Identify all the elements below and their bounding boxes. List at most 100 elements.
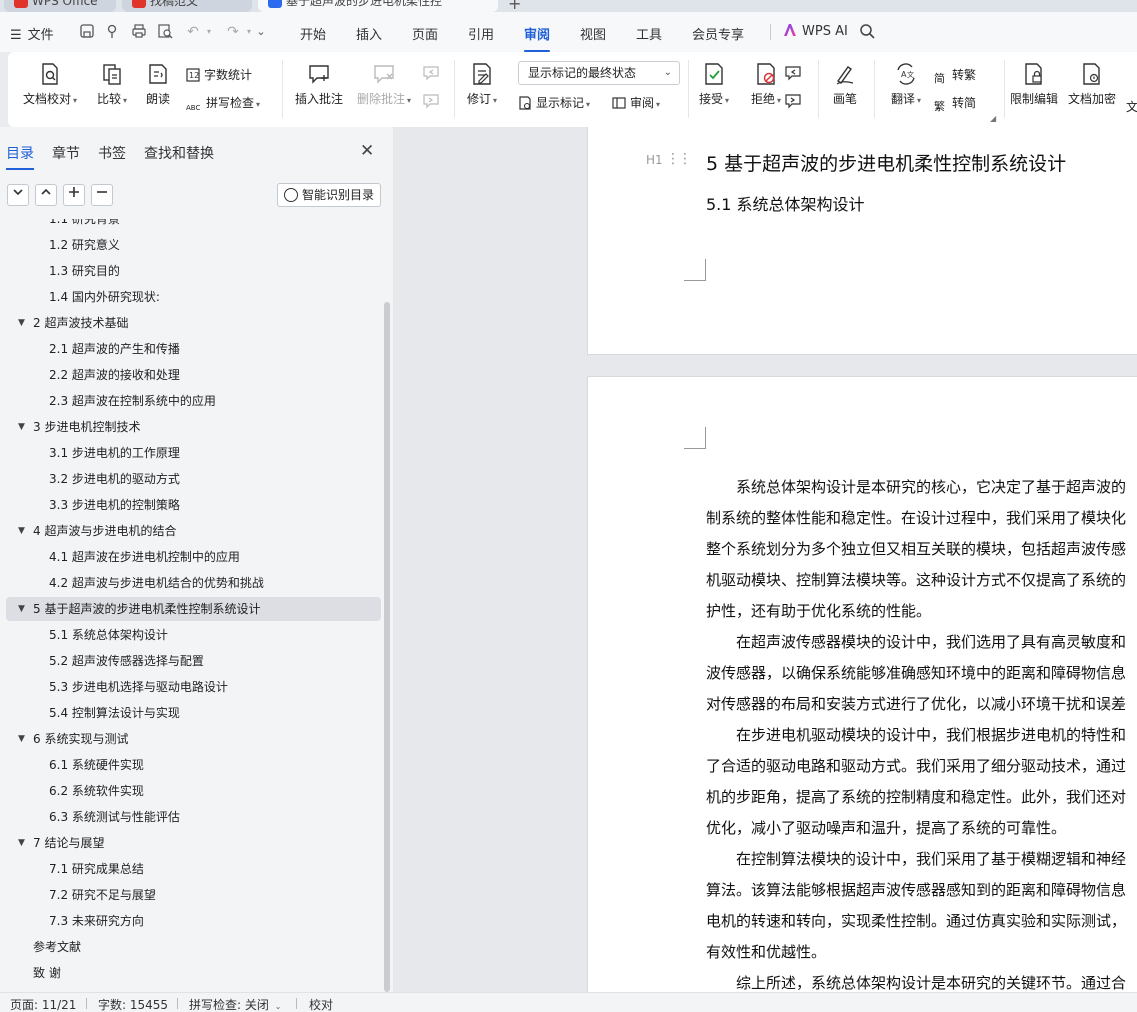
collapse-triangle-icon[interactable]: ▼	[18, 311, 25, 335]
encrypt-button[interactable]: 文档加密	[1066, 62, 1118, 107]
toc-item[interactable]: 3.1 步进电机的工作原理	[6, 441, 381, 465]
wps-ai-button[interactable]: WPS AI	[784, 24, 848, 39]
remove-heading-button[interactable]	[91, 184, 113, 206]
toc-item[interactable]: 6.3 系统测试与性能评估	[6, 805, 381, 829]
toc-item[interactable]: ▼ 4 超声波与步进电机的结合	[6, 519, 381, 543]
reject-button[interactable]: 拒绝 ▾	[746, 62, 786, 107]
tab-bookmarks[interactable]: 书签	[98, 143, 126, 163]
delete-comment-button[interactable]: 删除批注 ▾	[354, 62, 414, 107]
toc-item[interactable]: 7.1 研究成果总结	[6, 857, 381, 881]
toc-item[interactable]: 1.4 国内外研究现状:	[6, 285, 381, 309]
show-markup-button[interactable]: 显示标记 ▾	[518, 94, 590, 111]
word-count-indicator[interactable]: 字数: 15455	[98, 996, 168, 1012]
print-icon[interactable]	[130, 23, 148, 41]
menu-page[interactable]: 页面	[412, 24, 438, 43]
collapse-triangle-icon[interactable]: ▼	[18, 831, 25, 855]
section-heading[interactable]: 5.1 系统总体架构设计	[706, 191, 865, 215]
more-ribbon-button[interactable]: 文	[1126, 98, 1137, 115]
menu-insert[interactable]: 插入	[356, 24, 382, 43]
toc-item[interactable]: ▼ 5 基于超声波的步进电机柔性控制系统设计	[6, 597, 381, 621]
save-icon[interactable]	[78, 23, 96, 41]
toc-item[interactable]: 5.4 控制算法设计与实现	[6, 701, 381, 725]
drag-handle-icon[interactable]: ⋮⋮	[666, 151, 692, 167]
toc-item[interactable]: 6.2 系统软件实现	[6, 779, 381, 803]
toc-item[interactable]: ▼ 2 超声波技术基础	[6, 311, 381, 335]
toc-item[interactable]: 5.1 系统总体架构设计	[6, 623, 381, 647]
toc-item[interactable]: 5.2 超声波传感器选择与配置	[6, 649, 381, 673]
toc-item[interactable]: 参考文献	[6, 935, 381, 959]
tab-toc[interactable]: 目录	[6, 143, 34, 170]
to-simplified-button[interactable]: 繁转简	[934, 94, 976, 114]
toc-scrollbar[interactable]	[384, 302, 390, 992]
translate-button[interactable]: A文 翻译 ▾	[886, 62, 926, 107]
toc-item[interactable]: 4.2 超声波与步进电机结合的优势和挑战	[6, 571, 381, 595]
doc-check-button[interactable]: 文档校对 ▾	[22, 62, 78, 107]
pen-button[interactable]: 画笔	[828, 62, 862, 107]
proofread-indicator[interactable]: 校对	[309, 996, 333, 1012]
search-icon[interactable]	[858, 23, 876, 41]
toc-item[interactable]: ▼ 3 步进电机控制技术	[6, 415, 381, 439]
expand-level-button[interactable]	[7, 184, 29, 206]
toc-item[interactable]: ▼ 7 结论与展望	[6, 831, 381, 855]
toc-item[interactable]: 3.3 步进电机的控制策略	[6, 493, 381, 517]
add-heading-button[interactable]	[63, 184, 85, 206]
toc-item[interactable]: 2.3 超声波在控制系统中的应用	[6, 389, 381, 413]
menu-review[interactable]: 审阅	[524, 24, 551, 52]
toc-item[interactable]: 3.2 步进电机的驱动方式	[6, 467, 381, 491]
close-icon[interactable]: ✕	[360, 141, 374, 161]
previous-comment-icon[interactable]	[422, 64, 440, 85]
spell-check-button[interactable]: ABC 拼写检查 ▾	[186, 94, 260, 115]
collapse-level-button[interactable]	[35, 184, 57, 206]
restrict-edit-button[interactable]: 限制编辑	[1008, 62, 1060, 107]
word-count-button[interactable]: 12 字数统计	[186, 66, 252, 83]
menu-member[interactable]: 会员专享	[692, 24, 744, 43]
toc-item[interactable]: 4.1 超声波在步进电机控制中的应用	[6, 545, 381, 569]
menu-home[interactable]: 开始	[300, 24, 326, 43]
tab-template[interactable]: 找稿范文	[122, 0, 252, 12]
ribbon-group-launcher-icon[interactable]: ◢	[990, 114, 996, 123]
new-tab-icon[interactable]: +	[508, 0, 521, 12]
toc-item[interactable]: 2.1 超声波的产生和传播	[6, 337, 381, 361]
toc-item[interactable]: 5.3 步进电机选择与驱动电路设计	[6, 675, 381, 699]
toc-item[interactable]: 致 谢	[6, 961, 381, 985]
file-menu[interactable]: ☰ 文件	[10, 24, 54, 43]
export-pdf-icon[interactable]	[104, 23, 122, 41]
tab-current-document[interactable]: 基于超声波的步进电机柔性控	[258, 0, 498, 12]
toc-item[interactable]: 1.2 研究意义	[6, 233, 381, 257]
toc-item[interactable]: 7.3 未来研究方向	[6, 909, 381, 933]
toc-item[interactable]: 2.2 超声波的接收和处理	[6, 363, 381, 387]
tab-find-replace[interactable]: 查找和替换	[144, 143, 214, 163]
toc-item[interactable]: 1.1 研究背景	[6, 219, 381, 231]
collapse-triangle-icon[interactable]: ▼	[18, 727, 25, 751]
review-pane-button[interactable]: 审阅 ▾	[612, 94, 660, 111]
collapse-triangle-icon[interactable]: ▼	[18, 519, 25, 543]
chapter-heading[interactable]: 5 基于超声波的步进电机柔性控制系统设计	[706, 149, 1066, 176]
next-change-icon[interactable]	[784, 92, 802, 113]
display-mode-select[interactable]: 显示标记的最终状态 ⌄	[518, 61, 680, 85]
tab-chapters[interactable]: 章节	[52, 143, 80, 163]
menu-view[interactable]: 视图	[580, 24, 606, 43]
insert-comment-button[interactable]: 插入批注	[292, 62, 346, 107]
toc-item[interactable]: 7.2 研究不足与展望	[6, 883, 381, 907]
undo-dropdown-icon[interactable]: ▾	[200, 23, 218, 41]
collapse-triangle-icon[interactable]: ▼	[18, 415, 25, 439]
read-aloud-button[interactable]: 朗读	[142, 62, 174, 107]
menu-tools[interactable]: 工具	[636, 24, 662, 43]
print-preview-icon[interactable]	[156, 23, 174, 41]
spell-check-indicator[interactable]: 拼写检查: 关闭 ⌄	[189, 996, 281, 1012]
more-quick-access-icon[interactable]: ⌄	[252, 23, 270, 41]
body-text[interactable]: 系统总体架构设计是本研究的核心，它决定了基于超声波的 制系统的整体性能和稳定性。在…	[706, 472, 1137, 992]
next-comment-icon[interactable]	[422, 92, 440, 113]
collapse-triangle-icon[interactable]: ▼	[18, 597, 25, 621]
toc-item[interactable]: ▼ 6 系统实现与测试	[6, 727, 381, 751]
tab-wps-office[interactable]: WPS Office	[4, 0, 116, 12]
to-traditional-button[interactable]: 简转繁	[934, 66, 976, 86]
track-changes-button[interactable]: 修订 ▾	[462, 62, 502, 107]
menu-references[interactable]: 引用	[468, 24, 494, 43]
previous-change-icon[interactable]	[784, 64, 802, 85]
page-indicator[interactable]: 页面: 11/21	[10, 996, 76, 1012]
toc-item[interactable]: 6.1 系统硬件实现	[6, 753, 381, 777]
smart-toc-button[interactable]: 智能识别目录	[277, 183, 381, 207]
toc-item[interactable]: 1.3 研究目的	[6, 259, 381, 283]
accept-button[interactable]: 接受 ▾	[694, 62, 734, 107]
